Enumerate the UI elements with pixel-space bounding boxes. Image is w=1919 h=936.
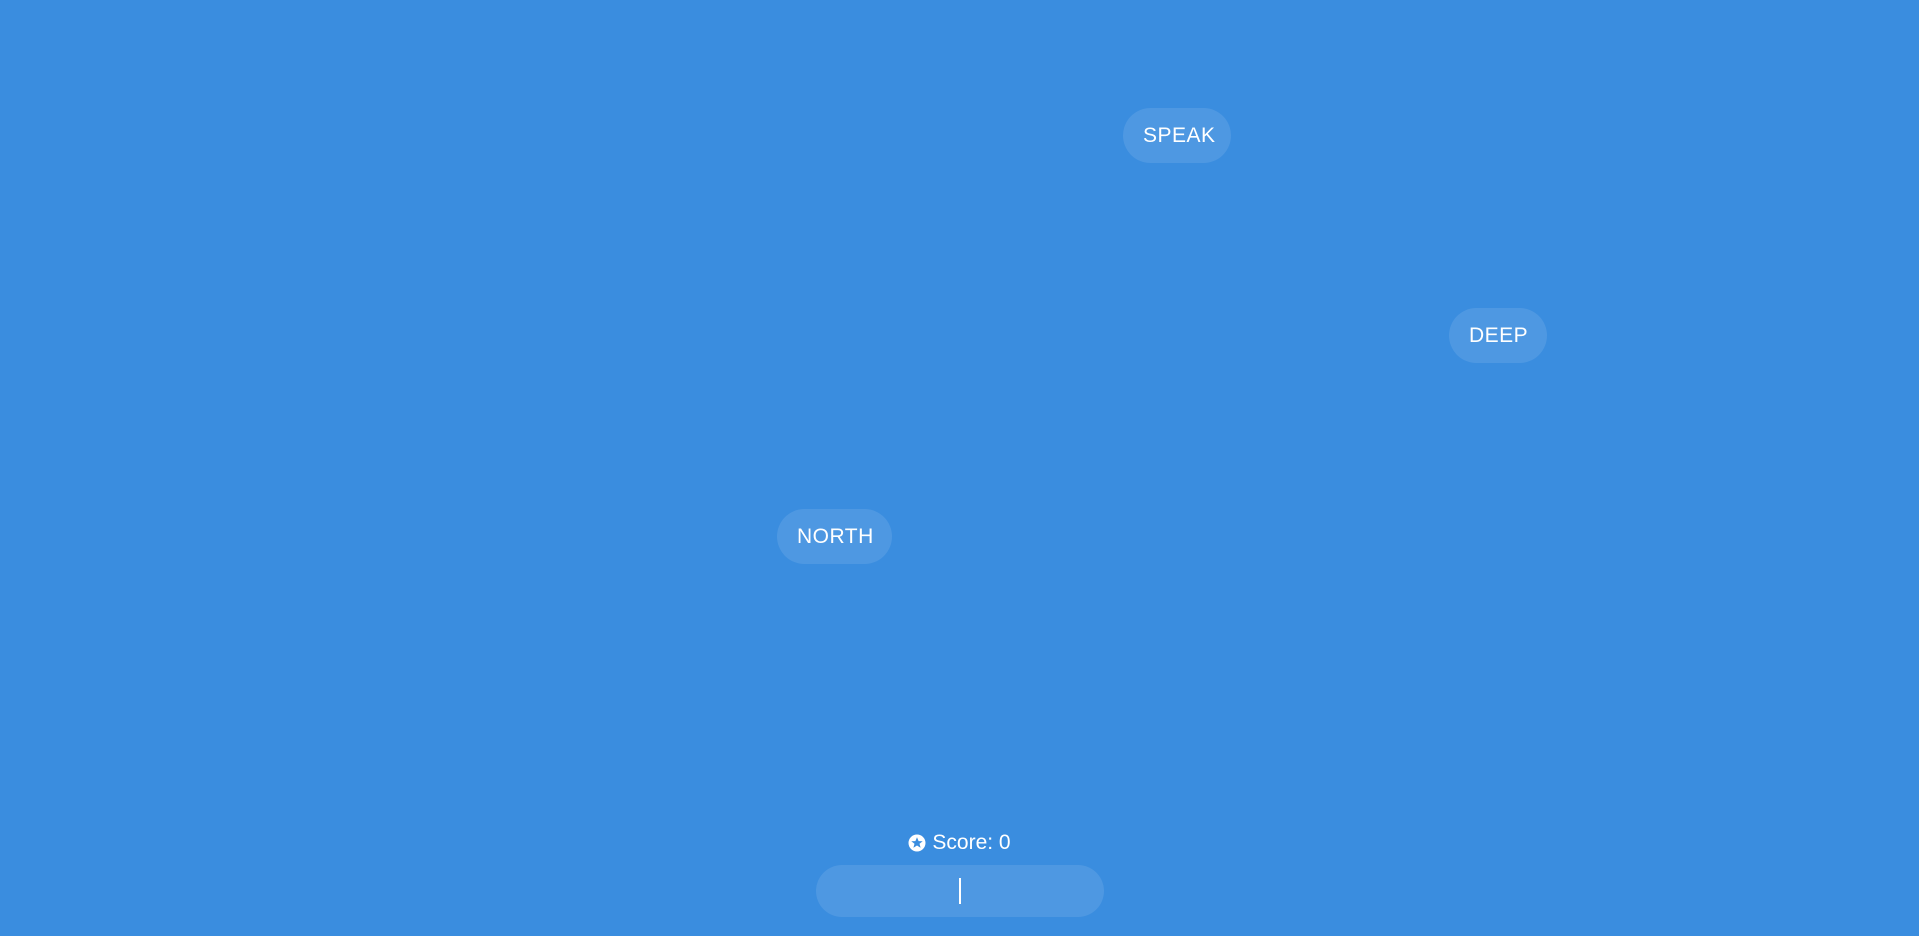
text-caret — [959, 878, 961, 904]
star-icon — [908, 834, 926, 852]
falling-word: DEEP — [1449, 308, 1547, 363]
falling-word: NORTH — [777, 509, 892, 564]
score-display: Score: 0 — [0, 829, 1919, 857]
falling-word: SPEAK — [1123, 108, 1231, 163]
word-input-container[interactable] — [816, 865, 1104, 917]
score-label: Score: 0 — [932, 831, 1011, 854]
